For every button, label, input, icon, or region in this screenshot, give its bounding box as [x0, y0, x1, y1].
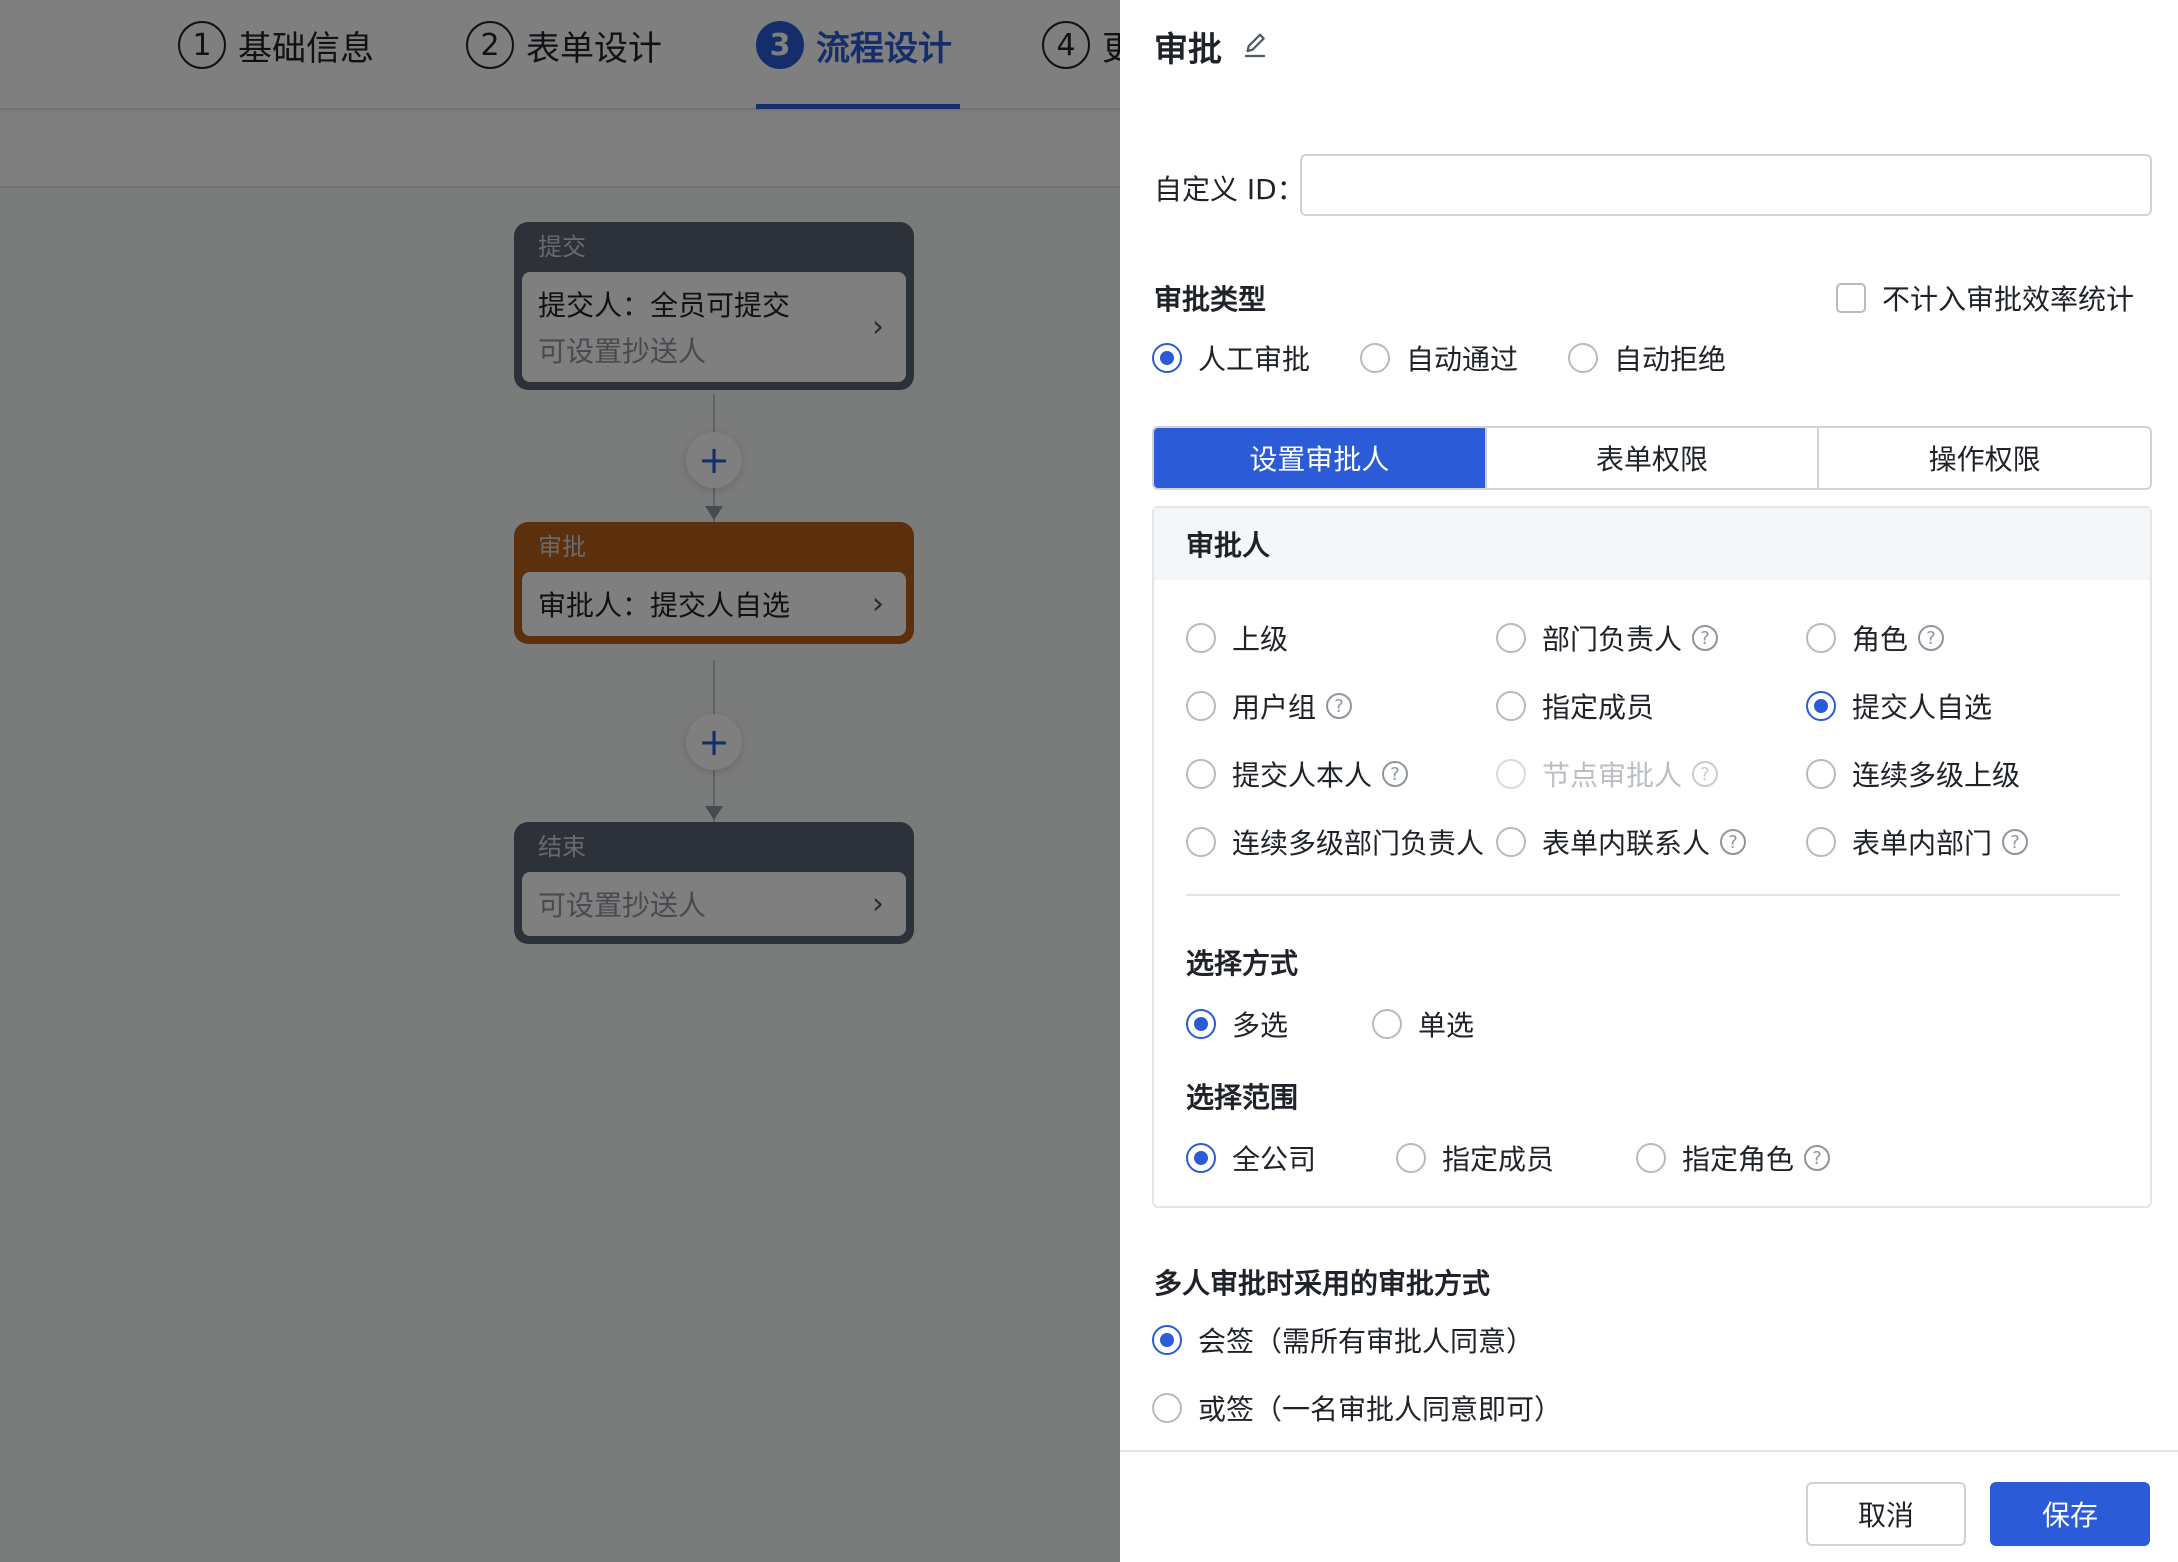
- cancel-button[interactable]: 取消: [1806, 1482, 1966, 1546]
- radio-label: 表单内联系人: [1542, 827, 1711, 860]
- radio-manual-approval[interactable]: 人工审批: [1152, 338, 1310, 378]
- radio-label: 部门负责人: [1542, 623, 1683, 656]
- select-range-roles[interactable]: 指定角色?: [1636, 1138, 1831, 1178]
- radio-label: 用户组: [1232, 691, 1317, 724]
- radio-dot[interactable]: [1186, 1143, 1216, 1173]
- multi-mode-countersign[interactable]: 会签（需所有审批人同意）: [1152, 1320, 1534, 1360]
- radio-dot[interactable]: [1496, 623, 1526, 653]
- help-icon[interactable]: ?: [2002, 829, 2029, 855]
- approver-option-user-group[interactable]: 用户组?: [1186, 686, 1353, 726]
- help-icon[interactable]: ?: [1918, 625, 1945, 651]
- radio-dot[interactable]: [1806, 691, 1836, 721]
- radio-label: 自动拒绝: [1614, 343, 1727, 376]
- radio-label: 提交人自选: [1852, 691, 1993, 724]
- radio-label: 单选: [1418, 1009, 1475, 1042]
- multi-mode-or-sign[interactable]: 或签（一名审批人同意即可）: [1152, 1388, 1562, 1428]
- select-range-company[interactable]: 全公司: [1186, 1138, 1316, 1178]
- radio-label: 自动通过: [1406, 343, 1519, 376]
- radio-dot[interactable]: [1396, 1143, 1426, 1173]
- radio-label: 上级: [1232, 623, 1289, 656]
- drawer-footer: 取消 保存: [1120, 1450, 2178, 1562]
- radio-label: 或签（一名审批人同意即可）: [1198, 1393, 1563, 1426]
- radio-label: 提交人本人: [1232, 759, 1373, 792]
- drawer-title: 审批: [1154, 29, 1222, 70]
- approver-section-title: 审批人: [1154, 508, 2150, 580]
- radio-label: 连续多级上级: [1852, 759, 2021, 792]
- select-mode-label: 选择方式: [1186, 947, 1299, 980]
- radio-label: 全公司: [1232, 1143, 1317, 1176]
- radio-dot[interactable]: [1152, 1393, 1182, 1423]
- approver-option-submitter-self[interactable]: 提交人本人?: [1186, 754, 1409, 794]
- help-icon[interactable]: ?: [1720, 829, 1747, 855]
- radio-auto-pass[interactable]: 自动通过: [1360, 338, 1518, 378]
- edit-icon[interactable]: [1240, 31, 1270, 61]
- radio-dot[interactable]: [1186, 1009, 1216, 1039]
- radio-label: 连续多级部门负责人: [1232, 827, 1485, 860]
- approver-panel: 审批人 上级 部门负责人? 角色? 用户组? 指定成员 提交人自选 提交人本人?…: [1152, 506, 2152, 1208]
- checkbox-box[interactable]: [1836, 283, 1866, 313]
- approver-option-role[interactable]: 角色?: [1806, 618, 1945, 658]
- radio-label: 人工审批: [1198, 343, 1311, 376]
- radio-label: 多选: [1232, 1009, 1289, 1042]
- help-icon[interactable]: ?: [1326, 693, 1353, 719]
- approver-option-form-contact[interactable]: 表单内联系人?: [1496, 822, 1747, 862]
- approver-option-multi-level-superior[interactable]: 连续多级上级: [1806, 754, 2020, 794]
- approver-option-form-dept[interactable]: 表单内部门?: [1806, 822, 2029, 862]
- radio-label: 指定角色: [1682, 1143, 1795, 1176]
- custom-id-label: 自定义 ID：: [1154, 173, 1305, 206]
- multi-approver-label: 多人审批时采用的审批方式: [1154, 1267, 1491, 1300]
- checkbox-label: 不计入审批效率统计: [1882, 283, 2135, 316]
- radio-dot[interactable]: [1152, 1325, 1182, 1355]
- radio-dot[interactable]: [1186, 623, 1216, 653]
- radio-label: 角色: [1852, 623, 1909, 656]
- select-mode-single[interactable]: 单选: [1372, 1004, 1474, 1044]
- select-mode-multiple[interactable]: 多选: [1186, 1004, 1288, 1044]
- select-range-label: 选择范围: [1186, 1081, 1299, 1114]
- radio-label: 指定成员: [1542, 691, 1655, 724]
- radio-label: 表单内部门: [1852, 827, 1993, 860]
- select-range-members[interactable]: 指定成员: [1396, 1138, 1554, 1178]
- drawer-header: 审批: [1120, 0, 2178, 92]
- radio-label: 会签（需所有审批人同意）: [1198, 1325, 1535, 1358]
- radio-dot[interactable]: [1186, 691, 1216, 721]
- radio-dot[interactable]: [1186, 827, 1216, 857]
- help-icon[interactable]: ?: [1382, 761, 1409, 787]
- tab-form-permission[interactable]: 表单权限: [1487, 428, 1820, 488]
- exclude-stats-checkbox[interactable]: 不计入审批效率统计: [1836, 278, 2134, 318]
- radio-dot[interactable]: [1568, 343, 1598, 373]
- radio-dot[interactable]: [1496, 691, 1526, 721]
- radio-auto-reject[interactable]: 自动拒绝: [1568, 338, 1726, 378]
- custom-id-input[interactable]: [1300, 154, 2152, 216]
- radio-dot[interactable]: [1806, 759, 1836, 789]
- tab-set-approver[interactable]: 设置审批人: [1154, 428, 1487, 488]
- approver-option-dept-head[interactable]: 部门负责人?: [1496, 618, 1719, 658]
- radio-dot[interactable]: [1806, 827, 1836, 857]
- approver-option-submitter-choose[interactable]: 提交人自选: [1806, 686, 1992, 726]
- radio-label: 指定成员: [1442, 1143, 1555, 1176]
- radio-dot[interactable]: [1152, 343, 1182, 373]
- radio-label: 节点审批人: [1542, 759, 1683, 792]
- help-icon[interactable]: ?: [1692, 625, 1719, 651]
- approver-option-specific-member[interactable]: 指定成员: [1496, 686, 1654, 726]
- approver-option-multi-level-dept-head[interactable]: 连续多级部门负责人: [1186, 822, 1484, 862]
- approver-option-node-approver: 节点审批人?: [1496, 754, 1719, 794]
- help-icon[interactable]: ?: [1692, 761, 1719, 787]
- settings-tabs: 设置审批人 表单权限 操作权限: [1152, 426, 2152, 490]
- radio-dot[interactable]: [1372, 1009, 1402, 1039]
- radio-dot[interactable]: [1806, 623, 1836, 653]
- radio-dot: [1496, 759, 1526, 789]
- approver-option-superior[interactable]: 上级: [1186, 618, 1288, 658]
- approval-type-label: 审批类型: [1154, 283, 1267, 316]
- radio-dot[interactable]: [1186, 759, 1216, 789]
- radio-dot[interactable]: [1496, 827, 1526, 857]
- radio-dot[interactable]: [1360, 343, 1390, 373]
- approval-settings-drawer: 审批 自定义 ID： 审批类型 不计入审批效率统计 人工审批 自动通过 自动拒绝…: [1120, 0, 2178, 1562]
- save-button[interactable]: 保存: [1990, 1482, 2150, 1546]
- radio-dot[interactable]: [1636, 1143, 1666, 1173]
- tab-operation-permission[interactable]: 操作权限: [1819, 428, 2150, 488]
- help-icon[interactable]: ?: [1804, 1145, 1831, 1171]
- section-divider: [1186, 894, 2120, 896]
